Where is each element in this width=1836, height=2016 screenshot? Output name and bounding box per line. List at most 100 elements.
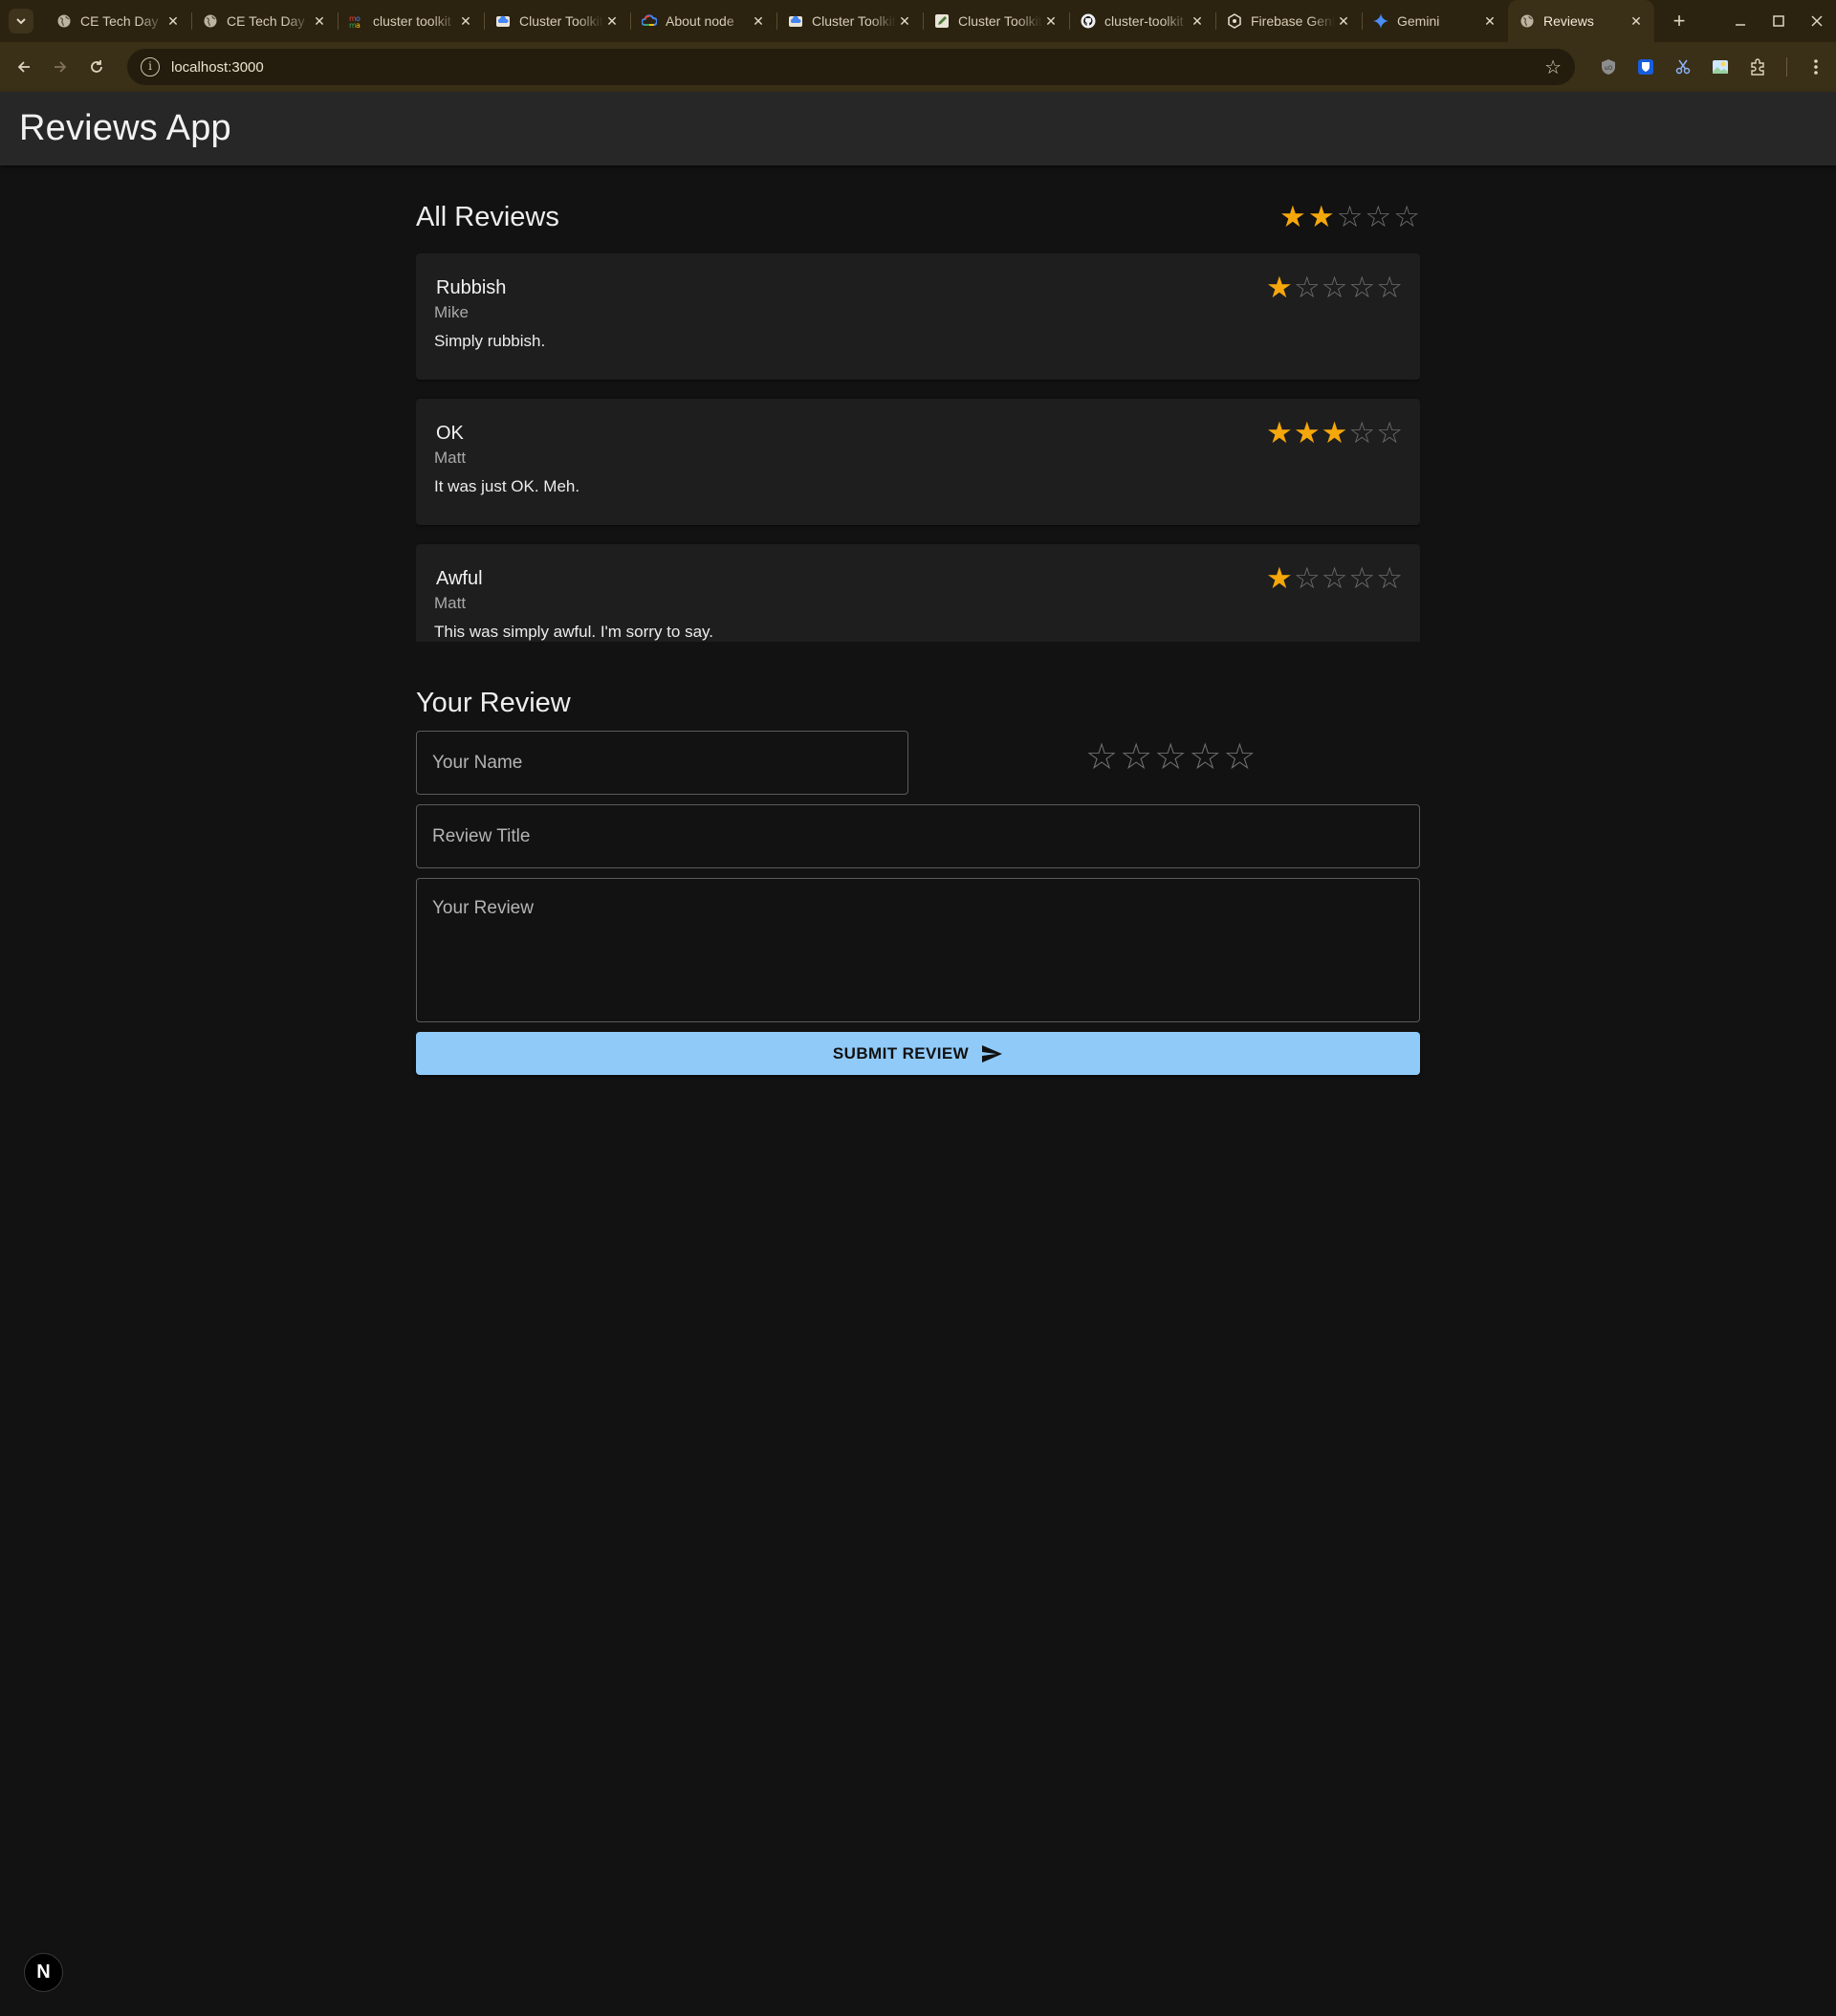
image-extension-icon[interactable] bbox=[1701, 49, 1738, 85]
browser-tab[interactable]: Reviews ✕ bbox=[1508, 0, 1654, 42]
review-card: Rubbish Mike Simply rubbish. ★ ☆ ☆ ☆ ☆ bbox=[416, 253, 1420, 380]
google-cloud-icon bbox=[642, 13, 657, 29]
star-filled-icon: ★ bbox=[1279, 200, 1306, 233]
tab-title: Firebase Genkit bbox=[1251, 13, 1335, 29]
submit-review-label: SUBMIT REVIEW bbox=[832, 1043, 970, 1063]
app-title: Reviews App bbox=[19, 108, 231, 148]
new-tab-button[interactable]: + bbox=[1668, 9, 1691, 33]
browser-tab[interactable]: Cluster Toolkit ✕ bbox=[484, 0, 630, 42]
review-card: OK Matt It was just OK. Meh. ★ ★ ★ ☆ ☆ bbox=[416, 399, 1420, 525]
tab-close-icon[interactable]: ✕ bbox=[603, 13, 621, 30]
review-rating-stars: ★ ★ ★ ☆ ☆ bbox=[1265, 418, 1403, 448]
tab-close-icon[interactable]: ✕ bbox=[1189, 13, 1206, 30]
star-filled-icon: ★ bbox=[1321, 416, 1348, 449]
star-outline-icon[interactable]: ☆ bbox=[1189, 739, 1221, 776]
tab-title: Cluster Toolkit bbox=[519, 13, 603, 29]
star-outline-icon: ☆ bbox=[1321, 271, 1348, 304]
review-rating-stars: ★ ☆ ☆ ☆ ☆ bbox=[1265, 273, 1403, 302]
tab-search-button[interactable] bbox=[9, 9, 33, 33]
chevron-down-icon bbox=[16, 18, 26, 25]
browser-menu-icon[interactable] bbox=[1797, 49, 1834, 85]
scissors-icon[interactable] bbox=[1664, 49, 1701, 85]
github-icon bbox=[1081, 13, 1096, 29]
tab-close-icon[interactable]: ✕ bbox=[896, 13, 913, 30]
ublock-shield-icon[interactable]: uO bbox=[1589, 49, 1627, 85]
tab-title: Gemini bbox=[1397, 13, 1440, 29]
your-review-heading: Your Review bbox=[416, 688, 571, 718]
tab-title: cluster-toolkit bbox=[1104, 13, 1184, 29]
reload-button[interactable] bbox=[78, 49, 115, 85]
url-text[interactable]: localhost:3000 bbox=[171, 59, 264, 76]
star-outline-icon: ☆ bbox=[1348, 271, 1376, 304]
svg-text:uO: uO bbox=[1604, 65, 1612, 72]
star-filled-icon: ★ bbox=[1266, 271, 1293, 304]
star-outline-icon: ☆ bbox=[1293, 561, 1321, 595]
review-rating-stars: ★ ☆ ☆ ☆ ☆ bbox=[1265, 563, 1403, 593]
star-outline-icon: ☆ bbox=[1321, 561, 1348, 595]
star-outline-icon[interactable]: ☆ bbox=[1120, 739, 1152, 776]
address-bar[interactable]: i localhost:3000 ☆ bbox=[127, 49, 1575, 85]
tab-title: Cluster Toolkit bbox=[812, 13, 896, 29]
star-outline-icon[interactable]: ☆ bbox=[1085, 739, 1118, 776]
back-button[interactable] bbox=[6, 49, 42, 85]
tab-title: cluster toolkit bbox=[373, 13, 451, 29]
tab-close-icon[interactable]: ✕ bbox=[1042, 13, 1060, 30]
browser-toolbar: i localhost:3000 ☆ uO bbox=[0, 42, 1836, 92]
minimize-button[interactable] bbox=[1721, 0, 1760, 42]
forward-button[interactable] bbox=[42, 49, 78, 85]
tab-close-icon[interactable]: ✕ bbox=[750, 13, 767, 30]
star-outline-icon[interactable]: ☆ bbox=[1223, 739, 1256, 776]
main-content: All Reviews ★ ★ ☆ ☆ ☆ Rubbish Mike Simply rubb… bbox=[416, 165, 1420, 1075]
browser-tab[interactable]: Gemini ✕ bbox=[1362, 0, 1508, 42]
send-icon bbox=[980, 1042, 1003, 1065]
browser-tab-strip: CE Tech Day ✕ CE Tech Day ✕ m o m a cluster tool… bbox=[0, 0, 1836, 42]
browser-tab[interactable]: CE Tech Day ✕ bbox=[45, 0, 191, 42]
app-bar: Reviews App bbox=[0, 92, 1836, 165]
close-window-button[interactable] bbox=[1798, 0, 1836, 42]
site-info-icon[interactable]: i bbox=[141, 57, 160, 77]
extension-icons: uO bbox=[1589, 49, 1834, 85]
browser-tab[interactable]: cluster-toolkit ✕ bbox=[1069, 0, 1215, 42]
firebase-genkit-icon bbox=[1227, 13, 1242, 29]
average-rating-stars: ★ ★ ☆ ☆ ☆ bbox=[1278, 202, 1420, 231]
bookmark-star-icon[interactable]: ☆ bbox=[1544, 55, 1562, 79]
tab-title: CE Tech Day bbox=[80, 13, 159, 29]
maximize-icon bbox=[1773, 15, 1784, 27]
browser-tab[interactable]: m o m a cluster toolkit ✕ bbox=[338, 0, 484, 42]
review-title: Awful bbox=[436, 568, 483, 589]
gemini-sparkle-icon bbox=[1373, 13, 1388, 29]
review-list[interactable]: Rubbish Mike Simply rubbish. ★ ☆ ☆ ☆ ☆ OK Matt It … bbox=[416, 253, 1420, 642]
tab-close-icon[interactable]: ✕ bbox=[1628, 13, 1645, 30]
browser-tab[interactable]: About node ✕ bbox=[630, 0, 776, 42]
star-outline-icon[interactable]: ☆ bbox=[1154, 739, 1187, 776]
tab-close-icon[interactable]: ✕ bbox=[164, 13, 182, 30]
tab-close-icon[interactable]: ✕ bbox=[311, 13, 328, 30]
all-reviews-heading: All Reviews bbox=[416, 202, 559, 232]
review-body: Simply rubbish. bbox=[434, 332, 546, 350]
browser-tab[interactable]: Cluster Toolkit ✕ bbox=[776, 0, 923, 42]
tab-close-icon[interactable]: ✕ bbox=[1335, 13, 1352, 30]
tab-list: CE Tech Day ✕ CE Tech Day ✕ m o m a cluster tool… bbox=[45, 0, 1654, 42]
maximize-button[interactable] bbox=[1760, 0, 1798, 42]
review-title-input[interactable] bbox=[416, 804, 1420, 868]
submit-review-button[interactable]: SUBMIT REVIEW bbox=[416, 1032, 1420, 1075]
tab-close-icon[interactable]: ✕ bbox=[457, 13, 474, 30]
review-body: This was simply awful. I'm sorry to say. bbox=[434, 623, 713, 641]
nextjs-dev-indicator[interactable]: N bbox=[24, 1953, 63, 1992]
browser-tab[interactable]: CE Tech Day ✕ bbox=[191, 0, 338, 42]
tab-close-icon[interactable]: ✕ bbox=[1481, 13, 1498, 30]
browser-tab[interactable]: Cluster Toolkit ✕ bbox=[923, 0, 1069, 42]
arrow-right-icon bbox=[55, 61, 67, 73]
review-body-textarea[interactable] bbox=[416, 878, 1420, 1022]
star-outline-icon: ☆ bbox=[1365, 200, 1392, 233]
review-title: OK bbox=[436, 423, 464, 444]
bitwarden-icon[interactable] bbox=[1627, 49, 1664, 85]
star-outline-icon: ☆ bbox=[1376, 416, 1403, 449]
browser-tab[interactable]: Firebase Genkit✕ bbox=[1215, 0, 1362, 42]
extensions-puzzle-icon[interactable] bbox=[1738, 49, 1776, 85]
tab-title: CE Tech Day bbox=[227, 13, 305, 29]
all-reviews-header: All Reviews ★ ★ ☆ ☆ ☆ bbox=[416, 165, 1420, 232]
rating-input-stars[interactable]: ☆ ☆ ☆ ☆ ☆ bbox=[1085, 739, 1257, 776]
star-outline-icon: ☆ bbox=[1348, 561, 1376, 595]
name-input[interactable] bbox=[416, 731, 908, 795]
